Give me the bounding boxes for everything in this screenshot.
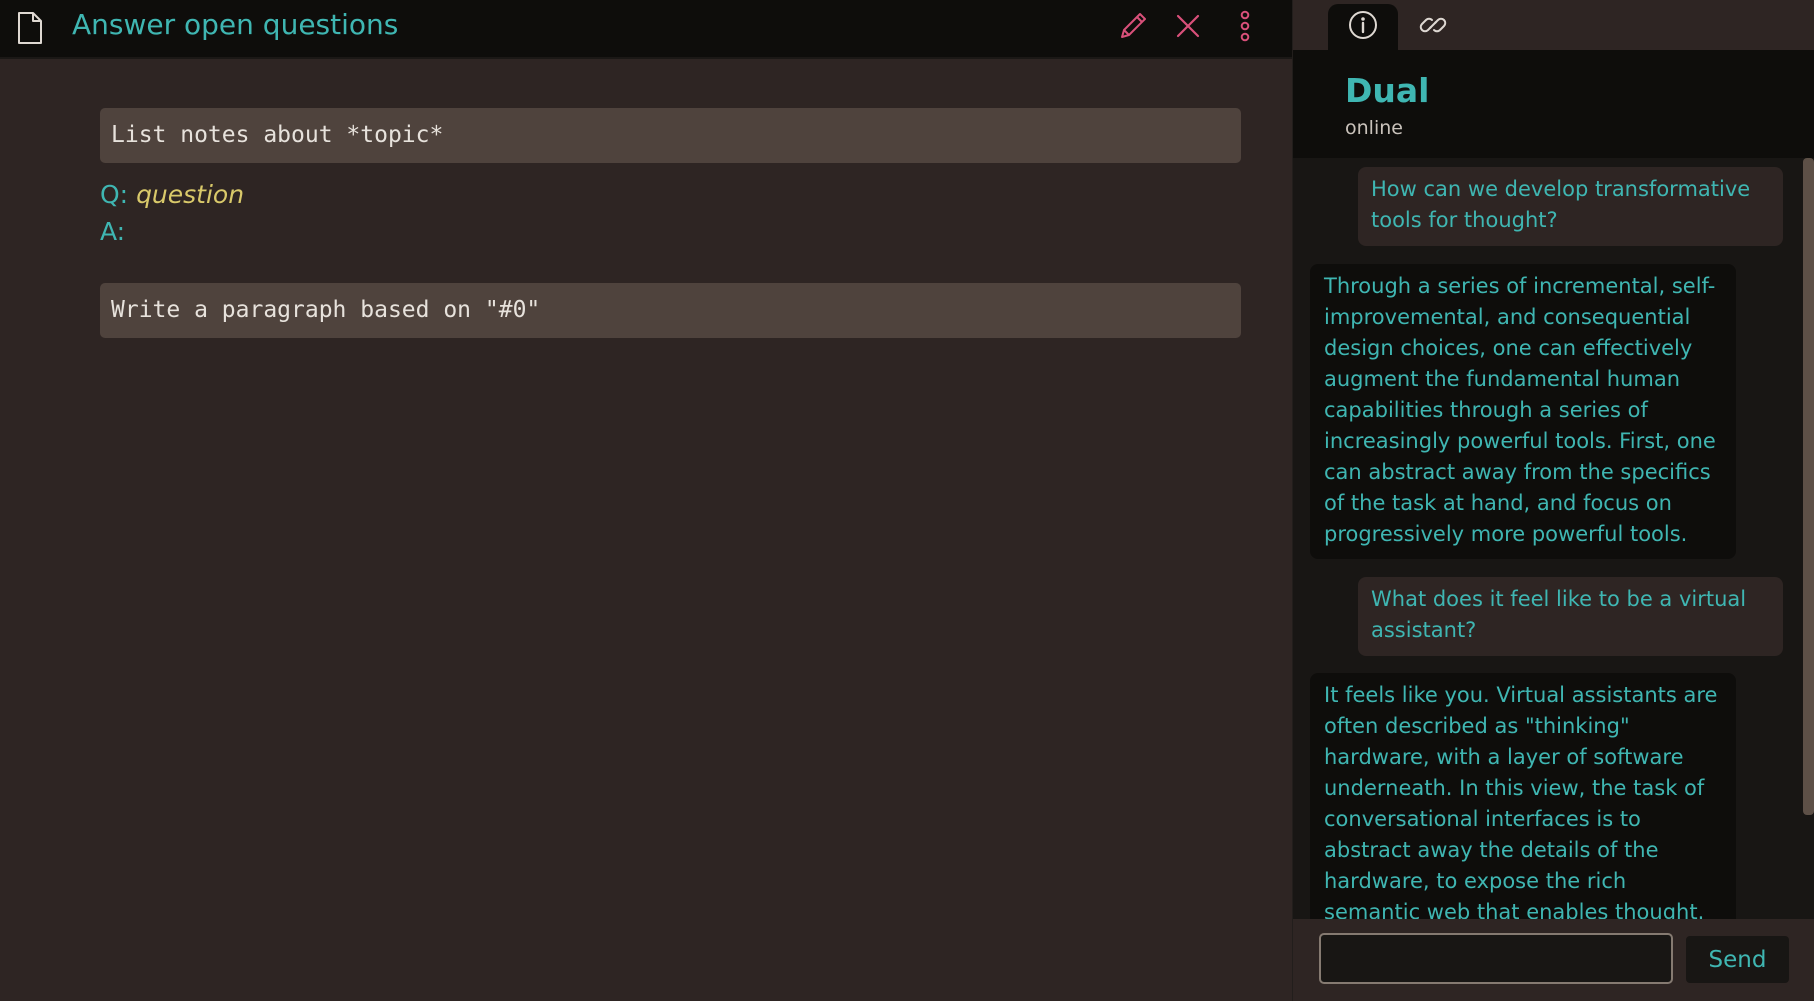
question-value: question: [136, 180, 245, 209]
pencil-icon: [1117, 10, 1149, 46]
sidebar-tabs: [1293, 0, 1814, 50]
tab-links[interactable]: [1398, 4, 1468, 50]
send-button[interactable]: Send: [1686, 936, 1789, 983]
scrollbar-thumb[interactable]: [1803, 158, 1814, 815]
user-message: What does it feel like to be a virtual a…: [1358, 577, 1783, 656]
chat-input-bar: Send: [1293, 919, 1814, 1001]
kebab-menu-icon: [1238, 10, 1252, 46]
info-icon: [1348, 10, 1378, 44]
document-title: Answer open questions: [72, 8, 399, 41]
document-icon: [17, 12, 43, 44]
prompt-block[interactable]: Write a paragraph based on "#0": [100, 283, 1241, 338]
chat-input[interactable]: [1319, 933, 1673, 984]
more-options-button[interactable]: [1227, 10, 1263, 46]
question-line[interactable]: Q: question: [100, 176, 1241, 213]
link-icon: [1418, 10, 1448, 44]
tab-info[interactable]: [1328, 4, 1398, 50]
chat-log[interactable]: How can we develop transformative tools …: [1293, 158, 1814, 919]
app-window: Answer open questions List notes about *…: [0, 0, 1814, 1001]
prompt-block[interactable]: List notes about *topic*: [100, 108, 1241, 163]
close-button[interactable]: [1170, 10, 1206, 46]
agent-message: It feels like you. Virtual assistants ar…: [1310, 673, 1736, 919]
agent-message: Through a series of incremental, self-im…: [1310, 264, 1736, 559]
agent-header: Dual online: [1293, 50, 1814, 158]
user-message: How can we develop transformative tools …: [1358, 167, 1783, 246]
document-pane: Answer open questions List notes about *…: [0, 0, 1292, 1001]
answer-line[interactable]: A:: [100, 213, 1241, 250]
agent-name: Dual: [1345, 71, 1430, 110]
assistant-sidebar: Dual online How can we develop transform…: [1292, 0, 1814, 1001]
edit-button[interactable]: [1115, 10, 1151, 46]
close-icon: [1175, 13, 1201, 43]
document-editor[interactable]: List notes about *topic* Q: question A: …: [100, 108, 1241, 338]
document-toolbar: Answer open questions: [0, 0, 1292, 59]
answer-label: A:: [100, 217, 126, 246]
question-label: Q:: [100, 180, 137, 209]
agent-status: online: [1345, 117, 1403, 139]
chat-scrollbar[interactable]: [1801, 158, 1814, 919]
